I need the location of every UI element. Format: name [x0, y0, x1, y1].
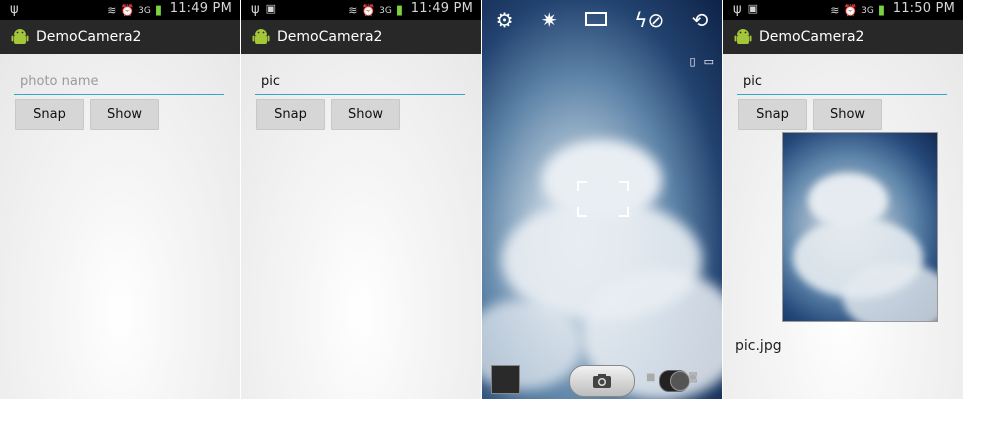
usb-icon: ψ — [251, 2, 260, 17]
battery-icon: ▮ — [395, 3, 403, 18]
photo-name-input[interactable] — [737, 74, 953, 89]
show-button[interactable]: Show — [331, 99, 400, 130]
status-bar: ψ ▣ ≋ ⏰ 3G ▮ 11:50 PM — [723, 0, 963, 20]
photo-name-input[interactable] — [255, 74, 471, 89]
video-icon: ■ — [646, 372, 656, 383]
battery-icon: ▮ — [877, 3, 885, 18]
camera-icon — [593, 374, 611, 388]
photo-name-field[interactable] — [14, 72, 230, 95]
image-icon: ▣ — [747, 2, 758, 15]
image-icon: ▣ — [265, 2, 276, 15]
snap-button[interactable]: Snap — [15, 99, 84, 130]
show-button[interactable]: Show — [813, 99, 882, 130]
action-bar: DemoCamera2 — [723, 20, 963, 54]
status-clock: 11:49 PM — [169, 1, 232, 16]
main-content: Snap Show — [241, 54, 481, 399]
status-bar: ψ ▣ ≋ ⏰ 3G ▮ 11:49 PM — [241, 0, 481, 20]
photo-name-field[interactable] — [255, 72, 471, 95]
vibrate-icon: ≋ — [107, 4, 117, 17]
camera-video-toggle[interactable]: ■ ◙ — [646, 369, 698, 392]
app-title: DemoCamera2 — [277, 29, 383, 45]
exposure-icon[interactable]: ✷ — [541, 8, 558, 32]
3g-signal-icon: 3G — [861, 5, 874, 16]
android-app-icon — [11, 29, 29, 44]
android-app-icon — [252, 29, 270, 44]
usb-icon: ψ — [10, 2, 19, 17]
battery-icon: ▮ — [154, 3, 162, 18]
gallery-thumbnail[interactable] — [491, 365, 520, 394]
camera-top-toolbar: ⚙ ✷ ϟ⊘ ⟲ — [482, 0, 722, 40]
app-title: DemoCamera2 — [759, 29, 865, 45]
camera-mode-icon: ◙ — [688, 372, 698, 383]
alarm-icon: ⏰ — [361, 4, 376, 17]
switch-camera-icon[interactable]: ⟲ — [692, 8, 709, 32]
status-bar: ψ ≋ ⏰ 3G ▮ 11:49 PM — [0, 0, 240, 20]
focus-frame — [577, 181, 629, 217]
main-content: Snap Show — [0, 54, 240, 399]
status-clock: 11:49 PM — [410, 1, 473, 16]
photo-name-field[interactable] — [737, 72, 953, 95]
snap-button[interactable]: Snap — [738, 99, 807, 130]
aspect-ratio-icon[interactable] — [584, 8, 607, 32]
storage-phone-icon: ▯ — [689, 55, 696, 68]
storage-indicators: ▯ ▭ — [690, 55, 714, 68]
action-bar: DemoCamera2 — [241, 20, 481, 54]
3g-signal-icon: 3G — [138, 5, 151, 16]
3g-signal-icon: 3G — [379, 5, 392, 16]
status-clock: 11:50 PM — [892, 1, 955, 16]
photo-name-input[interactable] — [14, 74, 230, 89]
show-button[interactable]: Show — [90, 99, 159, 130]
usb-icon: ψ — [733, 2, 742, 17]
photo-filename: pic.jpg — [735, 338, 782, 354]
shutter-button[interactable] — [569, 365, 635, 397]
storage-card-icon: ▭ — [703, 55, 714, 68]
snap-button[interactable]: Snap — [256, 99, 325, 130]
flash-off-icon[interactable]: ϟ⊘ — [634, 8, 664, 32]
action-bar: DemoCamera2 — [0, 20, 240, 54]
screen-show-photo: ψ ▣ ≋ ⏰ 3G ▮ 11:50 PM DemoCamera2 Snap S… — [723, 0, 963, 399]
alarm-icon: ⏰ — [843, 4, 858, 17]
screen-with-name: ψ ▣ ≋ ⏰ 3G ▮ 11:49 PM DemoCamera2 Snap S… — [241, 0, 481, 399]
vibrate-icon: ≋ — [830, 4, 840, 17]
settings-icon[interactable]: ⚙ — [496, 8, 514, 32]
camera-viewfinder[interactable]: ⚙ ✷ ϟ⊘ ⟲ ▯ ▭ ■ ◙ — [482, 0, 722, 399]
captured-photo — [782, 132, 938, 322]
screen-initial: ψ ≋ ⏰ 3G ▮ 11:49 PM DemoCamera2 Snap Sho… — [0, 0, 240, 399]
vibrate-icon: ≋ — [348, 4, 358, 17]
main-content: Snap Show pic.jpg — [723, 54, 963, 399]
alarm-icon: ⏰ — [120, 4, 135, 17]
android-app-icon — [734, 29, 752, 44]
app-title: DemoCamera2 — [36, 29, 142, 45]
